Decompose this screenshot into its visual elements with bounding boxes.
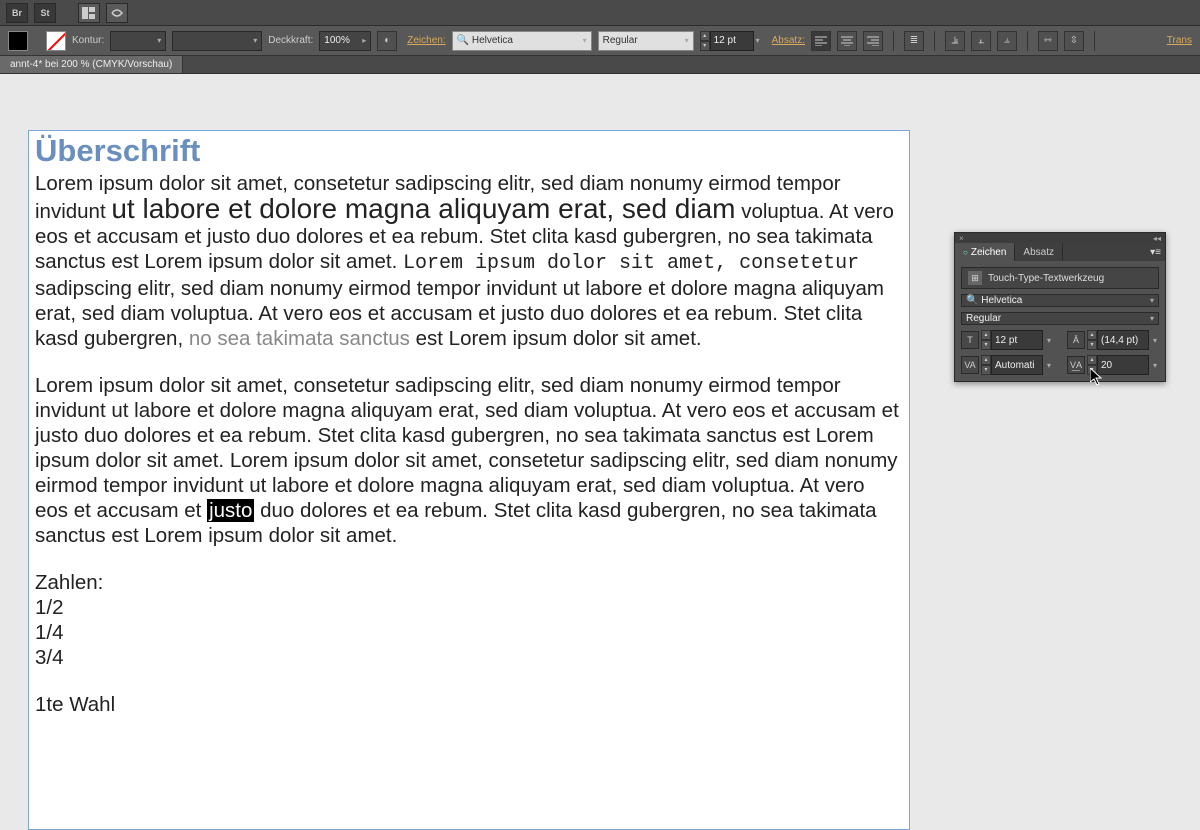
align-right-icon[interactable] [863, 31, 883, 51]
font-family-dropdown[interactable]: 🔍 Helvetica▾ [452, 31, 592, 51]
distribute-h-icon[interactable]: ⇿ [1038, 31, 1058, 51]
opacity-dropdown[interactable]: 100%▸ [319, 31, 371, 51]
font-size-input[interactable] [710, 31, 754, 51]
brush-def-dropdown[interactable]: ▾ [172, 31, 262, 51]
fill-swatch[interactable] [8, 31, 28, 51]
gpu-preview-button[interactable] [106, 3, 128, 23]
font-size-icon: T [961, 331, 979, 349]
zahlen-label: Zahlen: [35, 570, 903, 595]
wahl-line: 1te Wahl [35, 692, 903, 717]
tracking-icon: V͟A [1067, 356, 1085, 374]
collapse-icon[interactable]: ◂◂ [1153, 234, 1161, 243]
panel-font-size-stepper[interactable]: ▴▾ [981, 330, 1043, 350]
font-style-dropdown[interactable]: Regular▾ [598, 31, 694, 51]
dropdown-icon[interactable]: ▾ [1151, 361, 1159, 370]
leading-icon: Ā [1067, 331, 1085, 349]
align-top-icon[interactable]: ⫡ [945, 31, 965, 51]
selected-text: justo [207, 499, 254, 522]
fraction-2: 1/4 [35, 620, 903, 645]
touch-type-tool-button[interactable]: ⊞ Touch-Type-Textwerkzeug [961, 267, 1159, 289]
panel-tracking-input[interactable] [1097, 355, 1149, 375]
dropdown-icon[interactable]: ▾ [1151, 336, 1159, 345]
document-tab[interactable]: annt-4* bei 200 % (CMYK/Vorschau) [0, 56, 183, 73]
align-left-icon[interactable] [811, 31, 831, 51]
canvas[interactable]: Überschrift Lorem ipsum dolor sit amet, … [0, 74, 1200, 800]
mouse-cursor-icon [1090, 368, 1104, 386]
panel-leading-input[interactable] [1097, 330, 1149, 350]
document-tab-bar: annt-4* bei 200 % (CMYK/Vorschau) [0, 56, 1200, 74]
align-vcenter-icon[interactable]: ⫠ [971, 31, 991, 51]
panel-menu-icon[interactable]: ▾≡ [1146, 247, 1165, 258]
stroke-weight-dropdown[interactable]: ▾ [110, 31, 166, 51]
fraction-1: 1/2 [35, 595, 903, 620]
tab-zeichen[interactable]: ○Zeichen [955, 243, 1015, 261]
arrange-docs-button[interactable] [78, 3, 100, 23]
stock-button[interactable]: St [34, 3, 56, 23]
touch-type-icon: ⊞ [968, 271, 982, 285]
paragraph-2: Lorem ipsum dolor sit amet, consetetur s… [35, 373, 903, 548]
align-center-icon[interactable] [837, 31, 857, 51]
panel-kerning-stepper[interactable]: ▴▾ [981, 355, 1043, 375]
paragraph-1: Lorem ipsum dolor sit amet, consetetur s… [35, 171, 903, 351]
panel-font-family-dropdown[interactable]: 🔍 Helvetica▾ [961, 294, 1159, 307]
tab-absatz[interactable]: Absatz [1015, 243, 1063, 261]
opacity-label: Deckkraft: [268, 35, 313, 46]
distribute-v-icon[interactable]: ⇳ [1064, 31, 1084, 51]
character-panel-link[interactable]: Zeichen: [407, 35, 445, 46]
dropdown-icon[interactable]: ▾ [1045, 361, 1053, 370]
kerning-icon: VA [961, 356, 979, 374]
panel-kerning-input[interactable] [991, 355, 1043, 375]
recolor-icon[interactable]: ◐ [377, 31, 397, 51]
fraction-3: 3/4 [35, 645, 903, 670]
font-size-stepper[interactable]: ▴▾ ▾ [700, 31, 762, 51]
panel-font-style-dropdown[interactable]: Regular▾ [961, 312, 1159, 325]
app-toolbar: Br St [0, 0, 1200, 26]
paragraph-panel-link[interactable]: Absatz: [772, 35, 805, 46]
dropdown-icon[interactable]: ▾ [1045, 336, 1053, 345]
stroke-label: Kontur: [72, 35, 104, 46]
panel-font-size-input[interactable] [991, 330, 1043, 350]
panel-titlebar[interactable]: × ◂◂ [955, 233, 1165, 243]
panel-leading-stepper[interactable]: ▴▾ [1087, 330, 1149, 350]
bridge-button[interactable]: Br [6, 3, 28, 23]
control-bar: Kontur: ▾ ▾ Deckkraft: 100%▸ ◐ Zeichen: … [0, 26, 1200, 56]
text-frame[interactable]: Überschrift Lorem ipsum dolor sit amet, … [28, 130, 910, 830]
transform-panel-link[interactable]: Trans [1167, 35, 1192, 46]
list-bullet-icon[interactable]: ≣ [904, 31, 924, 51]
stroke-swatch[interactable] [46, 31, 66, 51]
character-panel: × ◂◂ ○Zeichen Absatz ▾≡ ⊞ Touch-Type-Text… [954, 232, 1166, 382]
heading: Überschrift [35, 133, 903, 169]
close-icon[interactable]: × [959, 234, 964, 243]
align-bottom-icon[interactable]: ⫨ [997, 31, 1017, 51]
